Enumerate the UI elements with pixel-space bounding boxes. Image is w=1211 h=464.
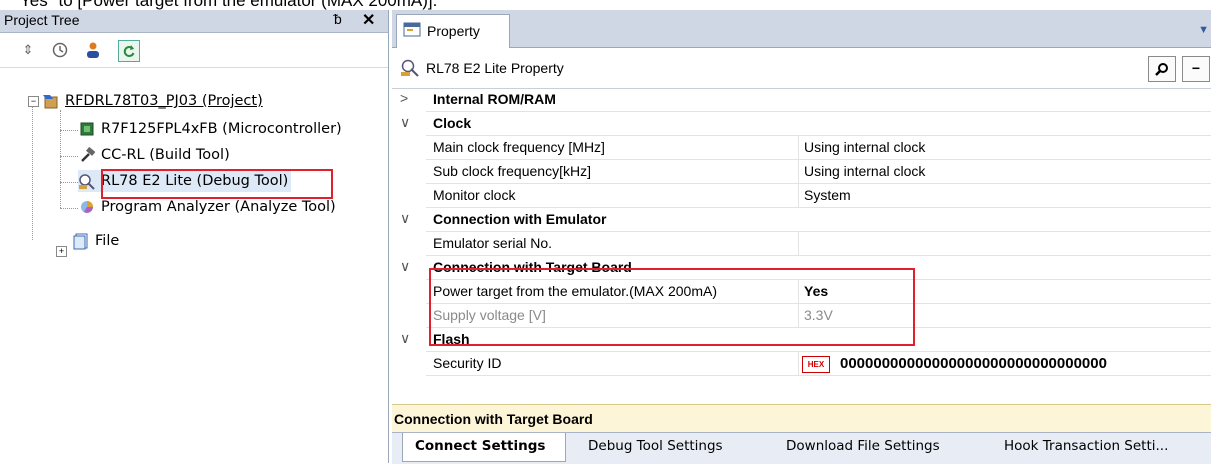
hammer-icon xyxy=(78,146,96,164)
tree-item-build-tool[interactable]: CC-RL (Build Tool) xyxy=(78,144,233,166)
tab-hook-transaction-settings[interactable]: Hook Transaction Setti... xyxy=(990,433,1211,461)
tab-connect-settings[interactable]: Connect Settings xyxy=(402,433,566,462)
description-bar: Connection with Target Board xyxy=(392,404,1211,433)
chevron-down-icon[interactable]: ∨ xyxy=(400,210,410,227)
tab-debug-tool-settings[interactable]: Debug Tool Settings xyxy=(572,433,762,461)
debug-tool-icon xyxy=(400,58,420,81)
property-tabstrip: Property ▼ xyxy=(392,10,1211,48)
property-row[interactable]: Main clock frequency [MHz] Using interna… xyxy=(392,136,1211,160)
tree-connector xyxy=(60,208,78,209)
file-icon xyxy=(72,232,90,250)
project-tree-header: Project Tree ᵬ ✕ xyxy=(0,10,388,33)
category-row[interactable]: ∨ Clock xyxy=(392,112,1211,136)
highlight-box xyxy=(101,169,333,199)
category-row[interactable]: ∨ Connection with Emulator xyxy=(392,208,1211,232)
search-button[interactable] xyxy=(1148,56,1176,82)
chevron-down-icon[interactable]: ∨ xyxy=(400,258,410,275)
tree-guide-line xyxy=(32,100,33,240)
tree-item-analyze-tool[interactable]: Program Analyzer (Analyze Tool) xyxy=(78,196,339,218)
project-icon xyxy=(42,92,60,110)
tab-property[interactable]: Property xyxy=(396,14,510,48)
chevron-down-icon[interactable]: ∨ xyxy=(400,330,410,347)
tree-item-file[interactable]: File xyxy=(72,230,122,252)
chip-icon xyxy=(78,120,96,138)
property-row[interactable]: Security ID HEX 000000000000000000000000… xyxy=(392,352,1211,376)
property-panel: Property ▼ RL78 E2 Lite Property − > Int… xyxy=(392,10,1211,464)
tree-guide-line xyxy=(60,110,61,208)
expand-toggle[interactable]: + xyxy=(56,246,67,257)
chevron-down-icon[interactable]: ∨ xyxy=(400,114,410,131)
property-row[interactable]: Emulator serial No. xyxy=(392,232,1211,256)
tab-download-file-settings[interactable]: Download File Settings xyxy=(770,433,986,461)
property-icon xyxy=(403,21,421,42)
project-tree-title: Project Tree xyxy=(4,12,80,28)
project-tree-panel: Project Tree ᵬ ✕ ⇕ − RFDRL78T03_PJ03 (Pr… xyxy=(0,10,389,463)
analyzer-icon xyxy=(78,198,96,216)
sort-icon[interactable]: ⇕ xyxy=(18,40,38,60)
partial-top-text: Yes" to [Power target from the emulator … xyxy=(20,0,438,10)
pin-icon[interactable]: ᵬ xyxy=(334,11,342,27)
debug-tool-icon xyxy=(78,172,96,190)
close-icon[interactable]: ✕ xyxy=(362,10,375,30)
category-row[interactable]: > Internal ROM/RAM xyxy=(392,88,1211,112)
project-tree-toolbar: ⇕ xyxy=(0,33,388,68)
bottom-tab-strip: Connect Settings Debug Tool Settings Dow… xyxy=(392,432,1211,464)
refresh-icon[interactable] xyxy=(118,40,140,62)
collapse-toggle[interactable]: − xyxy=(28,96,39,107)
dropdown-arrow-icon[interactable]: ▼ xyxy=(1198,24,1209,36)
tree-item-microcontroller[interactable]: R7F125FPL4xFB (Microcontroller) xyxy=(78,118,345,140)
tree-connector xyxy=(60,156,78,157)
highlight-box xyxy=(429,268,915,346)
user-icon[interactable] xyxy=(83,40,103,60)
collapse-button[interactable]: − xyxy=(1182,56,1210,82)
hex-icon: HEX xyxy=(802,356,830,373)
property-header: RL78 E2 Lite Property − xyxy=(392,48,1211,89)
tree-connector xyxy=(60,130,78,131)
tree-item-project[interactable]: RFDRL78T03_PJ03 (Project) xyxy=(42,90,266,112)
property-row[interactable]: Monitor clock System xyxy=(392,184,1211,208)
property-row[interactable]: Sub clock frequency[kHz] Using internal … xyxy=(392,160,1211,184)
chevron-right-icon[interactable]: > xyxy=(400,90,408,106)
clock-icon[interactable] xyxy=(50,40,70,60)
tree-connector xyxy=(60,182,78,183)
